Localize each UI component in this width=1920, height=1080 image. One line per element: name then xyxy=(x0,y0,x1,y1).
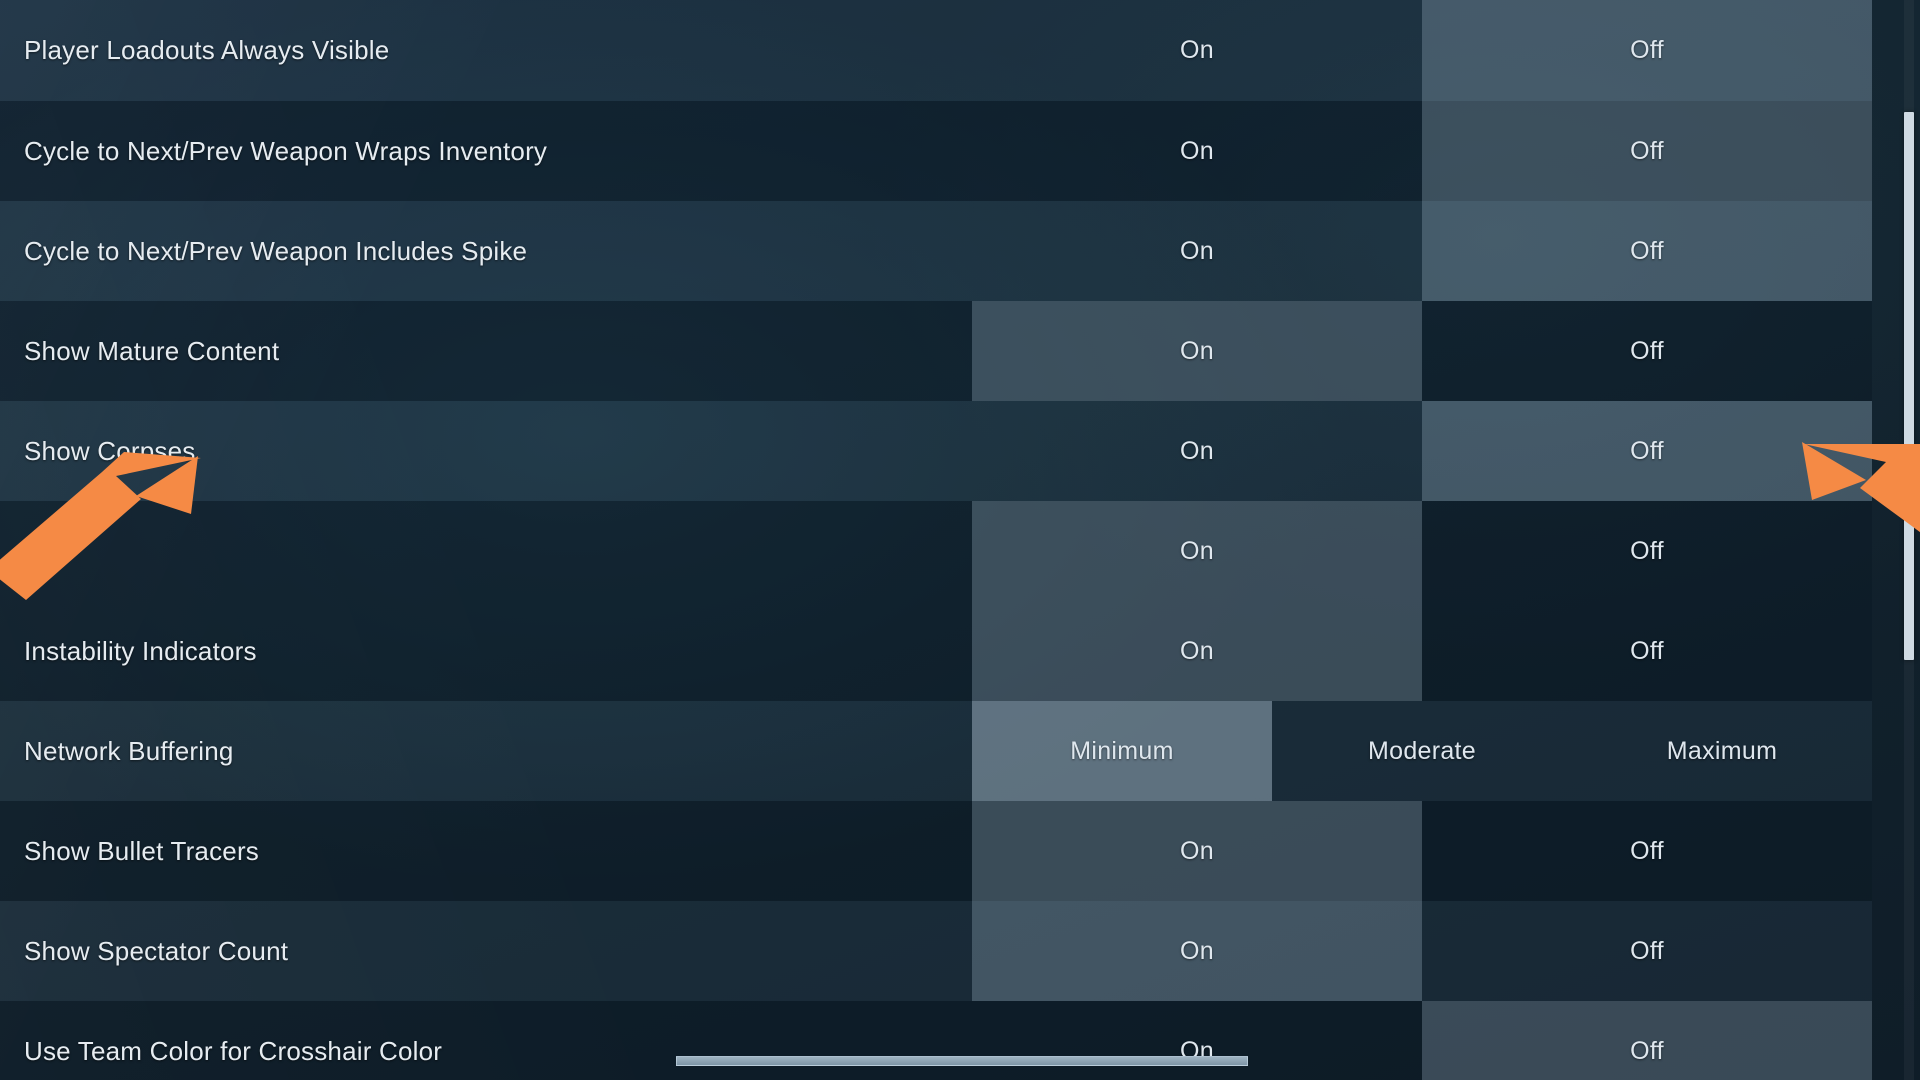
option-on[interactable]: On xyxy=(972,501,1422,601)
option-moderate[interactable]: Moderate xyxy=(1272,701,1572,801)
option-group[interactable]: On Off xyxy=(972,401,1872,501)
option-group[interactable]: On Off xyxy=(972,501,1872,601)
option-off[interactable]: Off xyxy=(1422,501,1872,601)
option-group[interactable]: On Off xyxy=(972,0,1872,101)
setting-label: Sho xyxy=(24,535,71,566)
option-off[interactable]: Off xyxy=(1422,401,1872,501)
option-on[interactable]: On xyxy=(972,101,1422,201)
table-row[interactable]: Use Team Color for Crosshair Color On Of… xyxy=(0,1001,1872,1080)
setting-label: Show Spectator Count xyxy=(24,935,289,966)
settings-screen: Player Loadouts Always Visible On Off Cy… xyxy=(0,0,1920,1080)
setting-label: Show Bullet Tracers xyxy=(24,835,260,866)
option-on[interactable]: On xyxy=(972,201,1422,301)
settings-list[interactable]: Player Loadouts Always Visible On Off Cy… xyxy=(0,0,1872,1080)
option-on[interactable]: On xyxy=(972,801,1422,901)
table-row[interactable]: Network Buffering Minimum Moderate Maxim… xyxy=(0,701,1872,801)
option-on[interactable]: On xyxy=(972,0,1422,101)
option-group[interactable]: On Off xyxy=(972,1001,1872,1080)
setting-label: Instability Indicators xyxy=(24,635,257,666)
table-row[interactable]: Show Mature Content On Off xyxy=(0,301,1872,401)
option-group[interactable]: On Off xyxy=(972,201,1872,301)
scrollbar-thumb[interactable] xyxy=(1904,112,1914,660)
table-row[interactable]: Player Loadouts Always Visible On Off xyxy=(0,0,1872,101)
table-row[interactable]: Show Corpses On Off xyxy=(0,401,1872,501)
table-row[interactable]: Cycle to Next/Prev Weapon Includes Spike… xyxy=(0,201,1872,301)
option-off[interactable]: Off xyxy=(1422,901,1872,1001)
option-on[interactable]: On xyxy=(972,301,1422,401)
option-on[interactable]: On xyxy=(972,901,1422,1001)
option-on[interactable]: On xyxy=(972,1001,1422,1080)
setting-label: Use Team Color for Crosshair Color xyxy=(24,1035,443,1066)
option-group[interactable]: On Off xyxy=(972,101,1872,201)
option-off[interactable]: Off xyxy=(1422,101,1872,201)
table-row[interactable]: Sho On Off xyxy=(0,501,1872,601)
option-group[interactable]: On Off xyxy=(972,301,1872,401)
option-group[interactable]: On Off xyxy=(972,901,1872,1001)
option-maximum[interactable]: Maximum xyxy=(1572,701,1872,801)
table-row[interactable]: Show Bullet Tracers On Off xyxy=(0,801,1872,901)
setting-label: Show Mature Content xyxy=(24,335,280,366)
option-group[interactable]: On Off xyxy=(972,801,1872,901)
option-minimum[interactable]: Minimum xyxy=(972,701,1272,801)
option-off[interactable]: Off xyxy=(1422,201,1872,301)
setting-label: Show Corpses xyxy=(24,435,196,466)
bottom-slider-bar[interactable] xyxy=(676,1056,1248,1066)
setting-label: Cycle to Next/Prev Weapon Wraps Inventor… xyxy=(24,135,548,166)
option-off[interactable]: Off xyxy=(1422,301,1872,401)
setting-label: Network Buffering xyxy=(24,735,234,766)
option-group[interactable]: On Off xyxy=(972,601,1872,701)
option-off[interactable]: Off xyxy=(1422,801,1872,901)
option-off[interactable]: Off xyxy=(1422,0,1872,101)
setting-label: Player Loadouts Always Visible xyxy=(24,35,390,65)
option-off[interactable]: Off xyxy=(1422,1001,1872,1080)
option-on[interactable]: On xyxy=(972,601,1422,701)
option-group[interactable]: Minimum Moderate Maximum xyxy=(972,701,1872,801)
option-on[interactable]: On xyxy=(972,401,1422,501)
option-off[interactable]: Off xyxy=(1422,601,1872,701)
table-row[interactable]: Cycle to Next/Prev Weapon Wraps Inventor… xyxy=(0,101,1872,201)
table-row[interactable]: Show Spectator Count On Off xyxy=(0,901,1872,1001)
setting-label: Cycle to Next/Prev Weapon Includes Spike xyxy=(24,235,528,266)
table-row[interactable]: Instability Indicators On Off xyxy=(0,601,1872,701)
